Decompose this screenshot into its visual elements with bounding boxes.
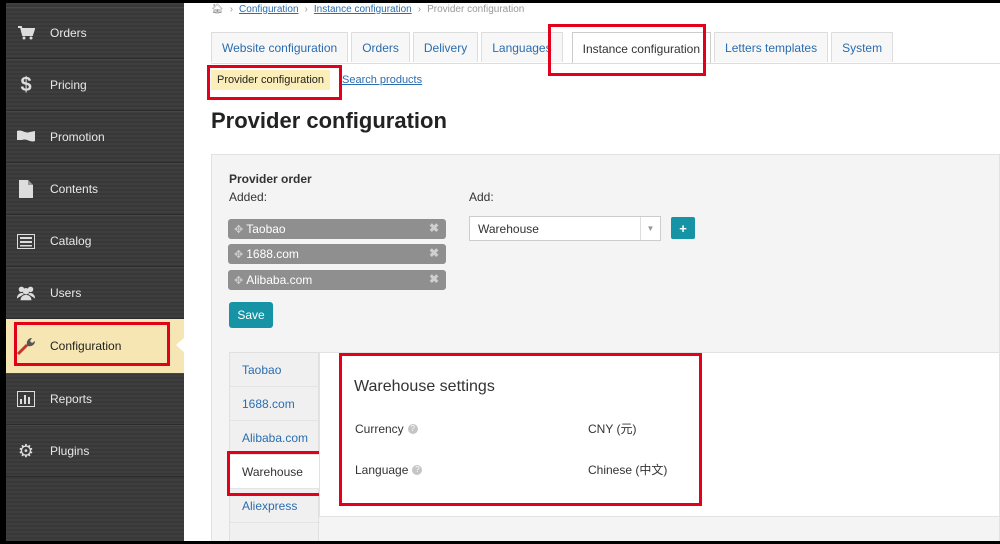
drag-handle-icon[interactable]: ✥: [234, 274, 243, 287]
page-title: Provider configuration: [211, 108, 447, 133]
sidebar-item-label: Users: [50, 286, 82, 300]
sidebar-item-plugins[interactable]: ⚙ Plugins: [6, 425, 184, 477]
added-label: Added:: [229, 190, 268, 204]
highlight-configuration: [14, 322, 170, 366]
tab-system[interactable]: System: [831, 32, 894, 62]
remove-icon[interactable]: ✖: [429, 272, 439, 286]
tab-website-configuration[interactable]: Website configuration: [211, 32, 349, 62]
provider-tab-taobao[interactable]: Taobao: [230, 353, 320, 387]
sidebar: Orders $ Pricing Promotion Contents Cata…: [6, 3, 185, 541]
sidebar-item-contents[interactable]: Contents: [6, 163, 184, 215]
sidebar-item-label: Contents: [50, 182, 99, 196]
chevron-down-icon: ▼: [640, 217, 660, 240]
tab-letters-templates[interactable]: Letters templates: [714, 32, 829, 62]
sidebar-item-label: Orders: [50, 26, 87, 40]
provider-tabs: Taobao 1688.com Alibaba.com Warehouse Al…: [229, 352, 320, 544]
highlight-provider-config: [207, 65, 342, 100]
users-icon: [16, 284, 36, 302]
highlight-warehouse-tab: [227, 451, 323, 496]
home-icon[interactable]: 🏠︎: [211, 4, 224, 15]
drag-handle-icon[interactable]: ✥: [234, 248, 243, 261]
sidebar-item-label: Pricing: [50, 78, 87, 92]
sidebar-item-label: Catalog: [50, 234, 92, 248]
provider-tab-alibaba[interactable]: Alibaba.com: [230, 421, 320, 455]
sidebar-item-users[interactable]: Users: [6, 267, 184, 319]
breadcrumb: 🏠︎ › Configuration › Instance configurat…: [211, 3, 525, 15]
tab-delivery[interactable]: Delivery: [412, 32, 479, 62]
flag-icon: [16, 128, 36, 146]
document-icon: [16, 180, 36, 198]
gear-icon: ⚙: [17, 440, 35, 461]
provider-order-heading: Provider order: [229, 172, 312, 186]
sidebar-item-catalog[interactable]: Catalog: [6, 215, 184, 267]
sidebar-item-label: Plugins: [50, 444, 90, 458]
bar-chart-icon: [16, 390, 36, 408]
sidebar-item-promotion[interactable]: Promotion: [6, 111, 184, 163]
add-provider-select[interactable]: Warehouse ▼: [469, 216, 661, 241]
added-provider-chip[interactable]: ✥ 1688.com ✖: [228, 244, 446, 264]
add-provider-button[interactable]: +: [671, 217, 695, 239]
dollar-icon: $: [20, 73, 32, 96]
breadcrumb-instance-configuration[interactable]: Instance configuration: [314, 4, 412, 15]
highlight-settings: [339, 353, 702, 506]
save-button[interactable]: Save: [229, 302, 273, 328]
remove-icon[interactable]: ✖: [429, 246, 439, 260]
sidebar-item-orders[interactable]: Orders: [6, 7, 184, 59]
breadcrumb-current: Provider configuration: [427, 3, 525, 15]
sidebar-item-label: Reports: [50, 392, 93, 406]
tab-orders[interactable]: Orders: [351, 32, 410, 62]
add-label: Add:: [469, 190, 494, 204]
drag-handle-icon[interactable]: ✥: [234, 223, 243, 236]
breadcrumb-configuration[interactable]: Configuration: [239, 4, 298, 15]
subnav-search-products[interactable]: Search products: [342, 74, 422, 86]
provider-tab-1688[interactable]: 1688.com: [230, 387, 320, 421]
highlight-instance-tab: [548, 24, 706, 76]
sidebar-item-pricing[interactable]: $ Pricing: [6, 59, 184, 111]
added-provider-chip[interactable]: ✥ Taobao ✖: [228, 219, 446, 239]
added-provider-chip[interactable]: ✥ Alibaba.com ✖: [228, 270, 446, 290]
list-icon: [16, 232, 36, 250]
remove-icon[interactable]: ✖: [429, 221, 439, 235]
cart-icon: [16, 24, 36, 42]
sidebar-item-label: Promotion: [50, 130, 105, 144]
sidebar-item-reports[interactable]: Reports: [6, 373, 184, 425]
